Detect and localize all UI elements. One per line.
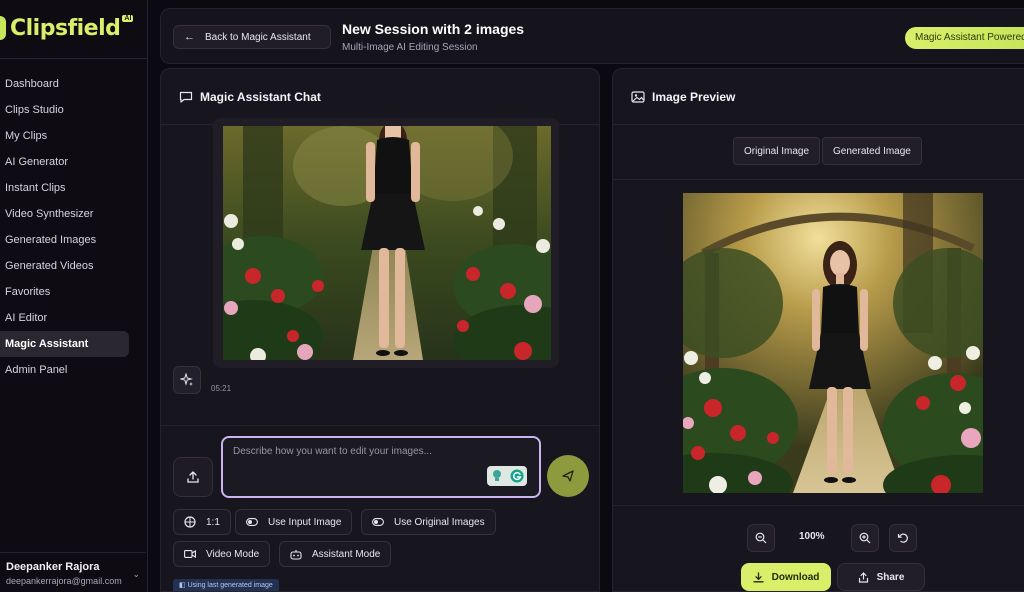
user-card[interactable]: Deepanker Rajora deepankerrajora@gmail.c… [0,552,146,592]
chat-message-image-card [213,118,559,368]
status-hint-badge: ◧ Using last generated image [173,579,279,591]
download-icon [752,571,764,583]
back-button-label: Back to Magic Assistant [205,31,311,43]
zoom-in-icon [859,532,871,544]
composer-divider [161,425,599,426]
sidebar-item-video-synthesizer[interactable]: Video Synthesizer [0,201,129,227]
brand-logo[interactable]: Clipsfield AI [0,10,134,46]
garden-portrait-image [683,193,983,493]
tab-generated-image[interactable]: Generated Image [822,137,922,165]
page-title: New Session with 2 images [342,21,525,37]
zoom-out-icon [755,532,767,544]
use-input-image-toggle[interactable]: Use Input Image [235,509,353,535]
use-original-images-label: Use Original Images [394,516,485,528]
bot-icon [290,549,302,560]
assistant-mode-label: Assistant Mode [312,548,381,560]
chevron-down-icon[interactable]: ⌄ [132,569,140,580]
sidebar-item-favorites[interactable]: Favorites [0,279,129,305]
sidebar-item-clips-studio[interactable]: Clips Studio [0,97,129,123]
zoom-in-button[interactable] [851,524,879,552]
sidebar-item-magic-assistant[interactable]: Magic Assistant [0,331,129,357]
toggle-icon [372,518,384,526]
user-email: deepankerrajora@gmail.com [6,576,122,586]
chat-messages[interactable]: 05:21 [161,118,599,426]
rotate-ccw-icon [897,533,908,543]
download-label: Download [771,571,820,583]
video-mode-label: Video Mode [206,548,260,560]
garden-scene-image [223,126,551,360]
sidebar-item-generated-images[interactable]: Generated Images [0,227,129,253]
zoom-level: 100% [799,531,825,542]
chat-panel: Magic Assistant Chat 05:21 Describe how … [160,68,600,592]
prompt-tools [487,466,527,486]
arrow-left-icon: ← [184,31,195,43]
upload-image-button[interactable] [173,457,213,497]
preview-panel: Image Preview Original Image Generated I… [612,68,1024,592]
sidebar-nav: Dashboard Clips Studio My Clips AI Gener… [0,71,147,383]
send-icon [562,470,574,482]
preview-panel-header: Image Preview [613,69,1024,125]
chat-panel-header: Magic Assistant Chat [161,69,599,125]
upload-icon [187,471,199,483]
user-name: Deepanker Rajora [6,561,100,573]
sidebar-divider [0,58,147,59]
sidebar: Clipsfield AI Dashboard Clips Studio My … [0,0,148,592]
share-label: Share [876,571,905,583]
back-button[interactable]: ← Back to Magic Assistant [173,25,331,49]
lightbulb-icon[interactable] [491,469,503,483]
sidebar-item-ai-editor[interactable]: AI Editor [0,305,129,331]
aspect-ratio-icon [184,516,196,528]
sidebar-item-generated-videos[interactable]: Generated Videos [0,253,129,279]
preview-divider [613,179,1024,180]
grammarly-icon[interactable] [510,469,524,483]
tab-original-image[interactable]: Original Image [733,137,821,165]
assistant-mode-button[interactable]: Assistant Mode [279,541,392,567]
preview-panel-title: Image Preview [652,89,736,104]
video-camera-icon [184,549,196,559]
use-input-image-label: Use Input Image [268,516,342,528]
preview-tabs: Original Image Generated Image [733,137,922,165]
use-original-images-toggle[interactable]: Use Original Images [361,509,496,535]
magic-suggest-button[interactable] [173,366,201,394]
status-badge: Magic Assistant Powered [905,27,1024,49]
image-icon [631,90,645,103]
page-subtitle: Multi-Image AI Editing Session [342,42,478,53]
aspect-ratio-selector[interactable]: 1:1 [173,509,231,535]
sidebar-item-instant-clips[interactable]: Instant Clips [0,175,129,201]
share-button[interactable]: Share [837,563,925,591]
toggle-icon [246,518,258,526]
share-icon [858,571,869,583]
status-hint-label: Using last generated image [187,582,273,589]
reset-zoom-button[interactable] [889,524,917,552]
chat-bubble-icon [179,91,193,103]
download-button[interactable]: Download [741,563,831,591]
chat-panel-title: Magic Assistant Chat [200,89,321,104]
message-timestamp: 05:21 [211,384,232,393]
session-header: ← Back to Magic Assistant New Session wi… [160,8,1024,64]
chat-message-image[interactable] [223,126,551,360]
brand-mark-icon [0,16,6,40]
video-mode-button[interactable]: Video Mode [173,541,271,567]
sidebar-item-my-clips[interactable]: My Clips [0,123,129,149]
sidebar-item-dashboard[interactable]: Dashboard [0,71,129,97]
preview-toolbar-divider [613,505,1024,506]
image-icon: ◧ [179,582,186,589]
preview-image[interactable] [683,193,983,493]
sparkles-icon [180,373,193,386]
brand-name: Clipsfield [10,15,121,41]
zoom-out-button[interactable] [747,524,775,552]
sidebar-item-admin-panel[interactable]: Admin Panel [0,357,129,383]
sidebar-item-ai-generator[interactable]: AI Generator [0,149,129,175]
aspect-ratio-label: 1:1 [206,516,220,528]
send-button[interactable] [547,455,589,497]
brand-badge: AI [122,14,134,22]
